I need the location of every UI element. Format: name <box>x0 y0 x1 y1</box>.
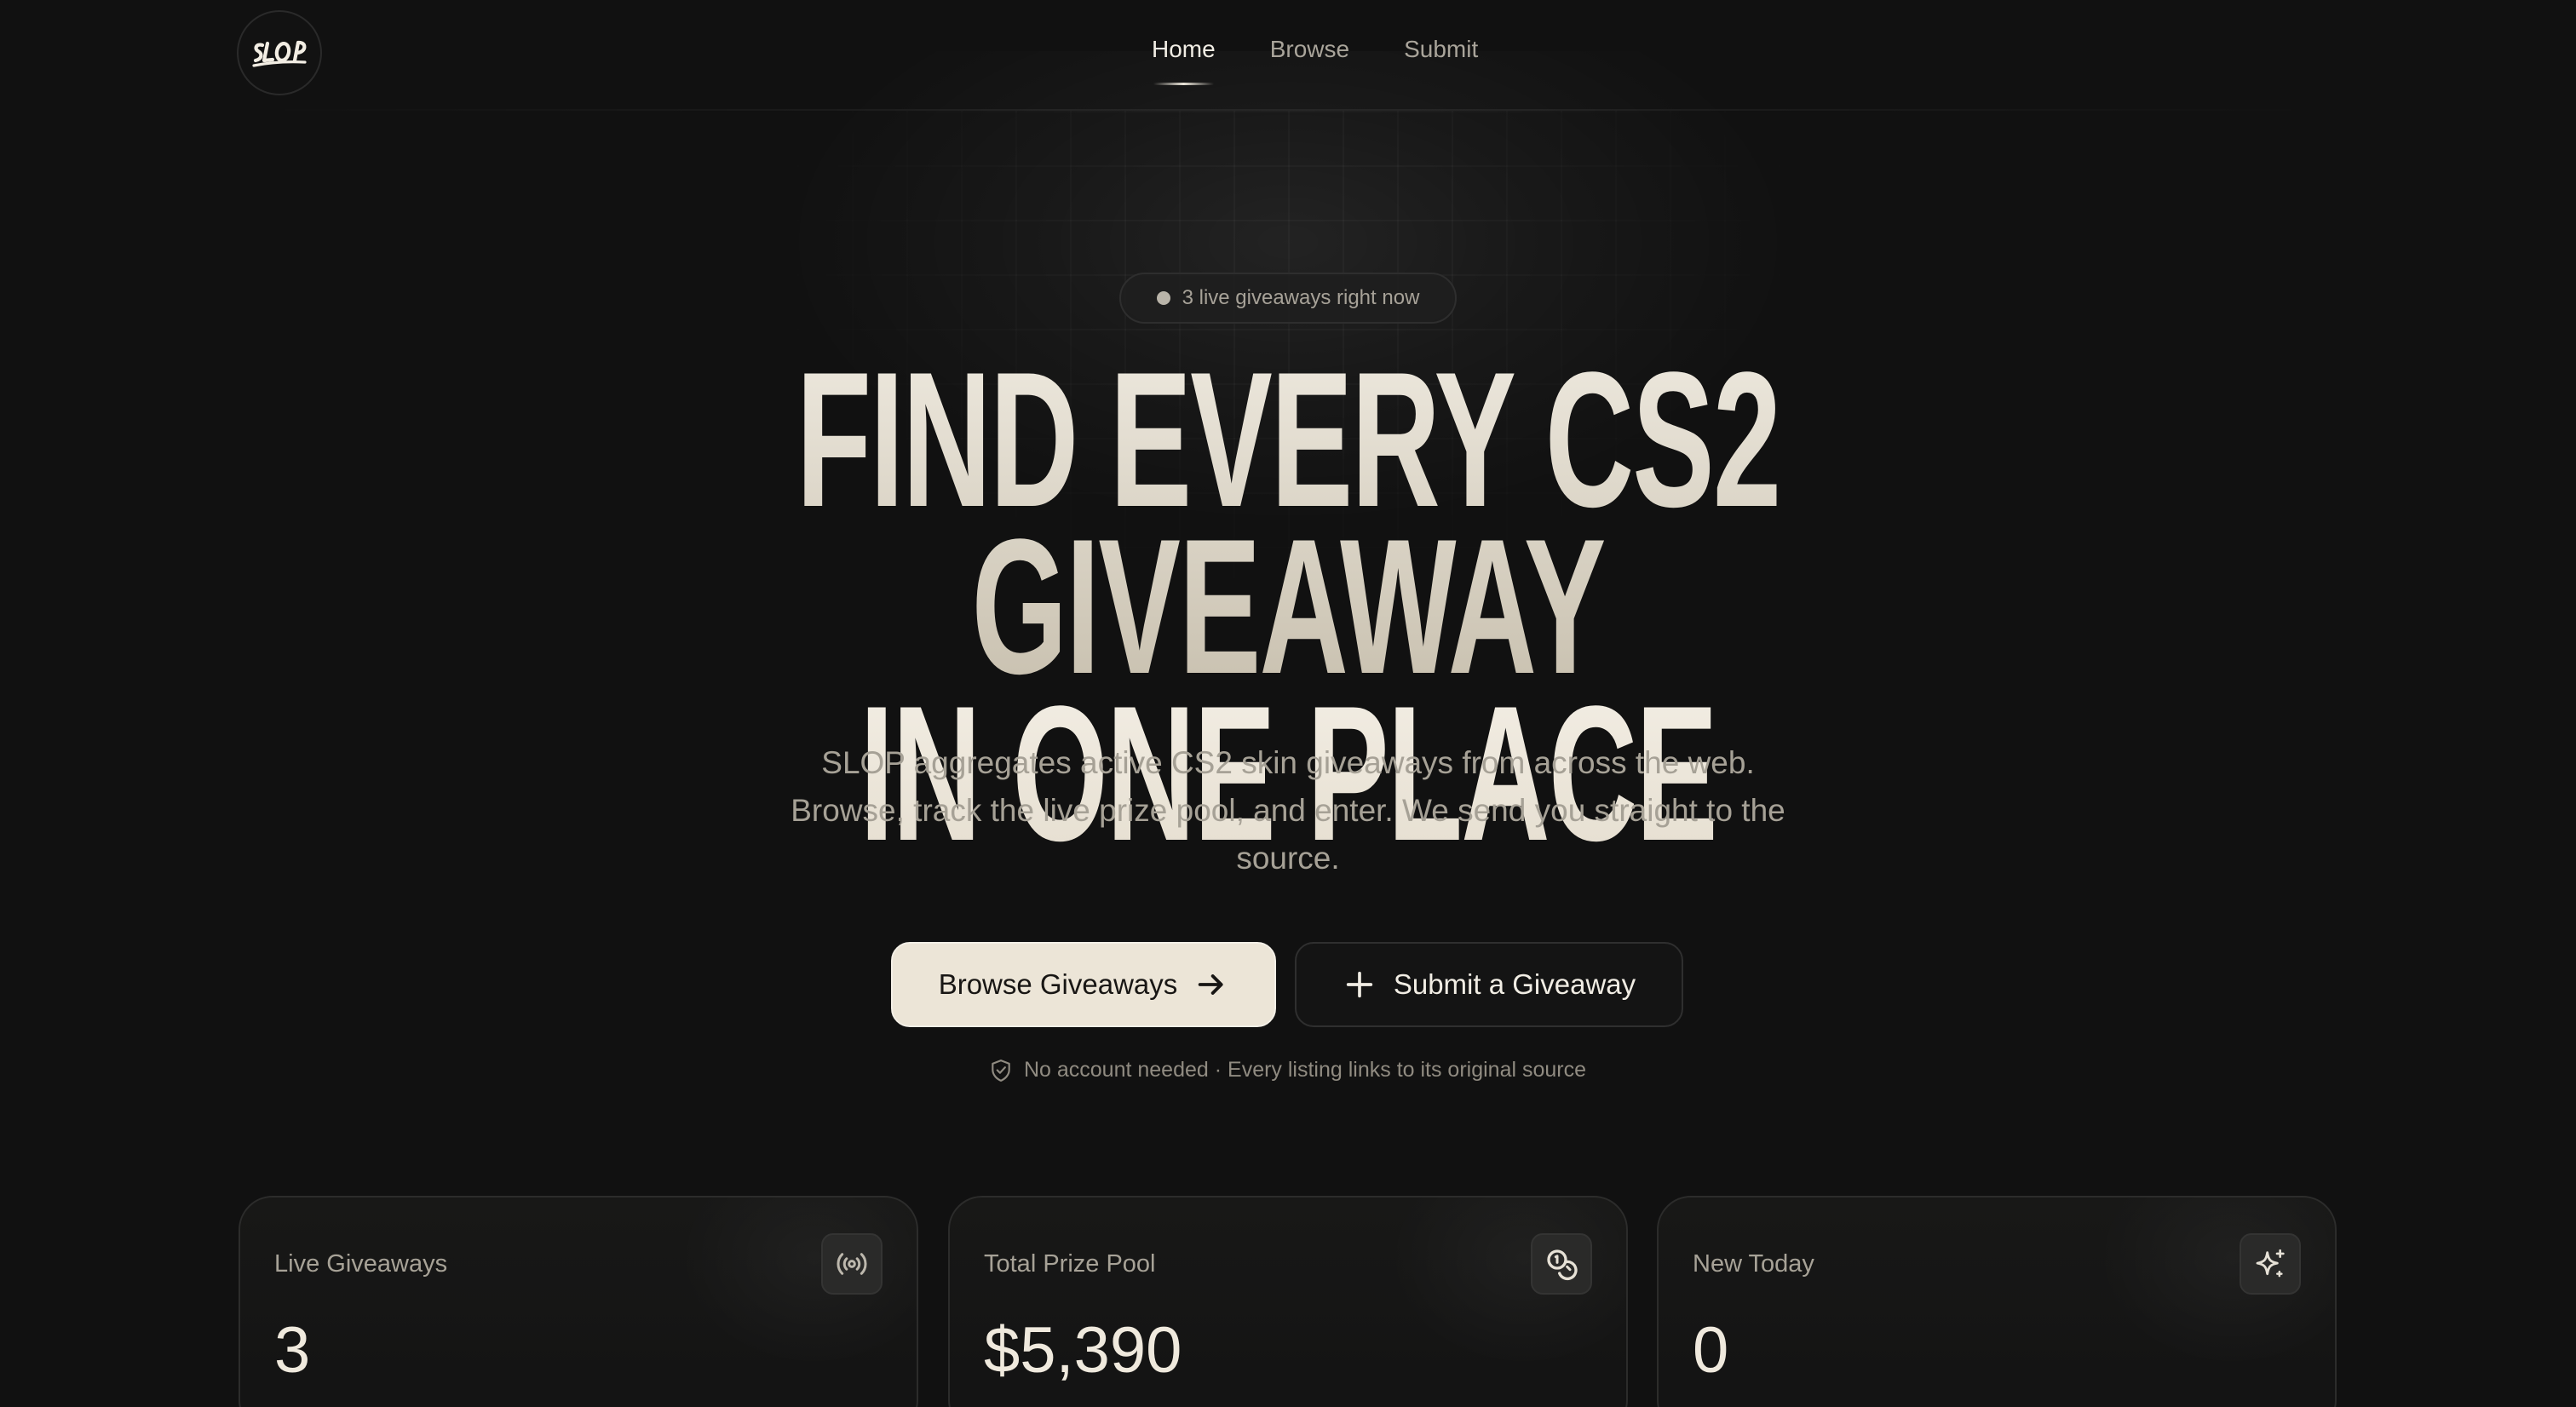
browse-giveaways-label: Browse Giveaways <box>938 968 1178 1000</box>
arrow-right-icon <box>1199 974 1223 995</box>
nav-link-home[interactable]: Home <box>1124 29 1243 85</box>
stat-card-new-today: New Today 0 <box>1657 1196 2337 1407</box>
stat-value: 3 <box>274 1314 311 1387</box>
stat-label: Live Giveaways <box>274 1250 448 1278</box>
submit-giveaway-label: Submit a Giveaway <box>1393 968 1636 1000</box>
plus-icon <box>1346 971 1373 998</box>
live-giveaways-badge: 3 live giveaways right now <box>1119 273 1457 324</box>
shield-check-icon <box>992 1059 1010 1082</box>
logo-wordmark-icon <box>252 40 307 67</box>
hero-subtitle: SLOP aggregates active CS2 skin giveaway… <box>791 745 1785 876</box>
hero-note: No account needed · Every listing links … <box>0 1058 2576 1083</box>
nav-links: Home Browse Submit <box>1124 29 1505 85</box>
broadcast-icon <box>821 1233 883 1295</box>
live-dot-icon <box>1156 291 1170 305</box>
stat-card-total-prize-pool: Total Prize Pool $5,390 <box>948 1196 1628 1407</box>
coins-icon <box>1531 1233 1592 1295</box>
stat-value: 0 <box>1693 1314 1729 1387</box>
top-nav: Home Browse Submit <box>0 0 2576 109</box>
nav-divider <box>0 109 2576 111</box>
live-badge-text: 3 live giveaways right now <box>1182 286 1420 309</box>
stat-value: $5,390 <box>984 1314 1182 1387</box>
logo[interactable] <box>237 10 322 95</box>
page: Home Browse Submit 3 live giveaways righ… <box>0 0 2576 1407</box>
submit-giveaway-button[interactable]: Submit a Giveaway <box>1295 942 1683 1027</box>
stat-label: New Today <box>1693 1250 1814 1278</box>
browse-giveaways-button[interactable]: Browse Giveaways <box>891 942 1276 1027</box>
stat-label: Total Prize Pool <box>984 1250 1156 1278</box>
nav-link-submit[interactable]: Submit <box>1377 29 1505 80</box>
stat-card-live-giveaways: Live Giveaways 3 <box>239 1196 918 1407</box>
hero-note-text: No account needed · Every listing links … <box>1023 1058 1587 1082</box>
headline-line-1: FIND EVERY CS2 GIVEAWAY <box>463 343 2112 703</box>
sparkles-icon <box>2240 1233 2301 1295</box>
nav-link-browse[interactable]: Browse <box>1243 29 1377 80</box>
